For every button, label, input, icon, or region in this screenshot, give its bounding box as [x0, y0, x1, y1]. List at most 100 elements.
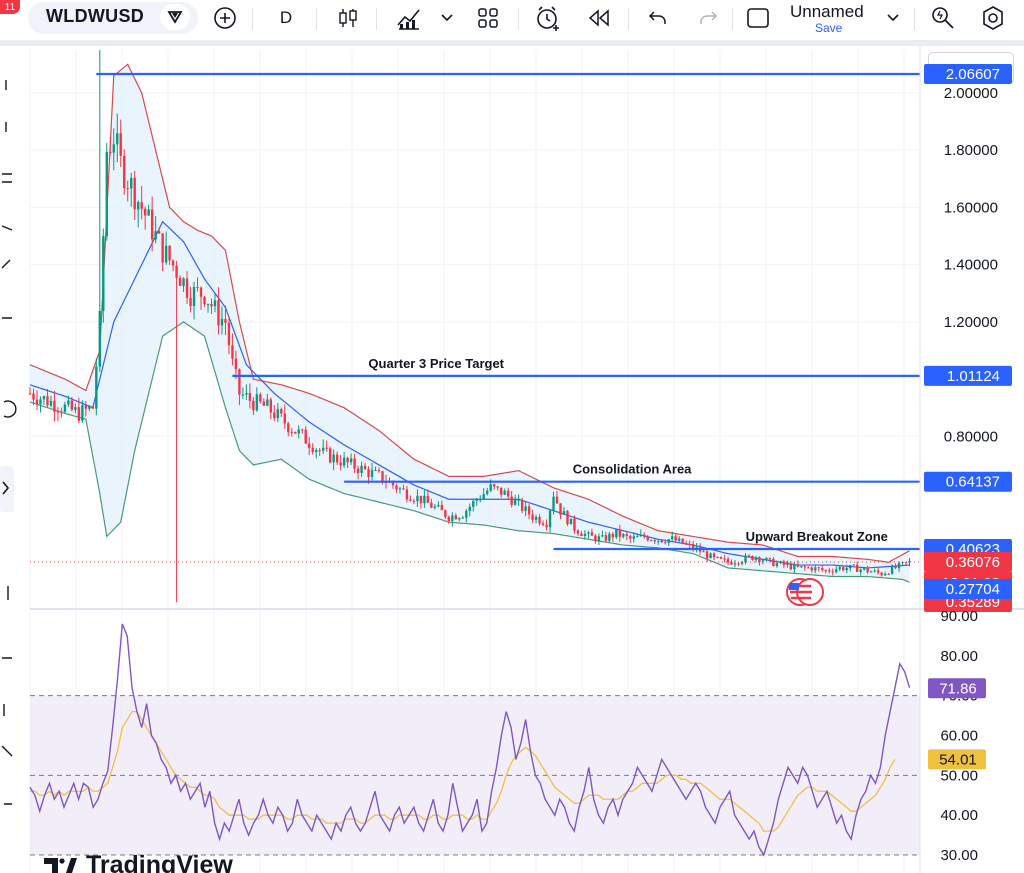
- candle-body[interactable]: [196, 287, 199, 289]
- rsi-value-box[interactable]: [928, 678, 986, 699]
- price-pane[interactable]: Quarter 3 Price Target Consolidation Area…: [28, 50, 1024, 873]
- candle-body[interactable]: [824, 570, 827, 572]
- candle-body[interactable]: [538, 516, 541, 524]
- notification-badge[interactable]: 11: [0, 0, 20, 14]
- price-label[interactable]: 0.27704: [924, 579, 1012, 599]
- candle-body[interactable]: [702, 551, 705, 553]
- candle-body[interactable]: [283, 413, 286, 424]
- candle-body[interactable]: [740, 562, 744, 564]
- candle-body[interactable]: [705, 551, 709, 559]
- candle-body[interactable]: [74, 407, 77, 410]
- quick-search-button[interactable]: [928, 0, 958, 36]
- price-label-box[interactable]: [924, 538, 1012, 559]
- candle-body[interactable]: [241, 394, 245, 396]
- layout-name[interactable]: Unnamed: [790, 2, 864, 22]
- candle-body[interactable]: [782, 561, 786, 566]
- candle-body[interactable]: [486, 490, 489, 495]
- candle-body[interactable]: [321, 447, 325, 451]
- candle-body[interactable]: [513, 499, 517, 505]
- candle-body[interactable]: [643, 534, 646, 537]
- indicators-button[interactable]: [394, 0, 424, 36]
- bollinger-lower-line[interactable]: [29, 321, 910, 583]
- candle-body[interactable]: [454, 515, 458, 520]
- candle-body[interactable]: [866, 568, 869, 573]
- candle-body[interactable]: [35, 399, 39, 405]
- candle-body[interactable]: [887, 573, 890, 575]
- candle-body[interactable]: [95, 366, 98, 409]
- candle-body[interactable]: [49, 400, 53, 406]
- candle-body[interactable]: [835, 569, 838, 573]
- candle-body[interactable]: [206, 303, 210, 305]
- candle-body[interactable]: [220, 319, 224, 326]
- candle-body[interactable]: [451, 515, 454, 522]
- candle-body[interactable]: [342, 457, 346, 466]
- candle-body[interactable]: [335, 454, 339, 463]
- candle-body[interactable]: [653, 540, 656, 542]
- candle-body[interactable]: [227, 322, 231, 346]
- candle-body[interactable]: [402, 488, 405, 490]
- level-annotation[interactable]: Quarter 3 Price Target: [368, 356, 504, 371]
- candle-body[interactable]: [440, 505, 444, 511]
- rsi-ma-value-box[interactable]: [928, 749, 986, 770]
- candle-body[interactable]: [869, 571, 873, 573]
- candle-body[interactable]: [800, 566, 803, 568]
- candle-body[interactable]: [534, 516, 538, 520]
- candle-body[interactable]: [615, 529, 618, 538]
- chart-canvas[interactable]: Quarter 3 Price Target Consolidation Area…: [0, 0, 1024, 873]
- candle-body[interactable]: [664, 542, 667, 544]
- candle-body[interactable]: [304, 429, 307, 444]
- candle-body[interactable]: [541, 523, 545, 525]
- candle-body[interactable]: [848, 564, 852, 569]
- candle-body[interactable]: [552, 496, 555, 511]
- candle-body[interactable]: [828, 570, 831, 572]
- candle-body[interactable]: [562, 511, 566, 515]
- candle-body[interactable]: [482, 494, 485, 500]
- candle-body[interactable]: [831, 571, 834, 573]
- candle-body[interactable]: [796, 564, 800, 567]
- candle-body[interactable]: [56, 411, 60, 413]
- redo-button[interactable]: [694, 0, 722, 36]
- price-label-box[interactable]: [924, 551, 1012, 572]
- candle-body[interactable]: [695, 547, 698, 550]
- candle-body[interactable]: [259, 394, 262, 402]
- interval-button[interactable]: D: [272, 0, 300, 36]
- candle-body[interactable]: [367, 469, 370, 477]
- candle-body[interactable]: [332, 454, 335, 463]
- alert-button[interactable]: [532, 0, 564, 36]
- candle-body[interactable]: [520, 499, 524, 511]
- candle-body[interactable]: [377, 470, 381, 472]
- candle-body[interactable]: [328, 448, 332, 463]
- candle-body[interactable]: [723, 558, 726, 560]
- candle-body[interactable]: [189, 297, 192, 307]
- candle-body[interactable]: [807, 567, 810, 569]
- candle-body[interactable]: [126, 188, 129, 190]
- candle-body[interactable]: [810, 567, 814, 571]
- candle-body[interactable]: [381, 471, 384, 482]
- candle-body[interactable]: [77, 407, 81, 421]
- candle-body[interactable]: [601, 535, 604, 537]
- favorite-button[interactable]: [160, 4, 190, 30]
- candle-body[interactable]: [444, 510, 447, 517]
- layout-menu-button[interactable]: [882, 0, 904, 36]
- candle-body[interactable]: [154, 231, 157, 240]
- candle-body[interactable]: [580, 533, 583, 536]
- candle-body[interactable]: [716, 556, 719, 558]
- candle-body[interactable]: [199, 287, 203, 297]
- candle-body[interactable]: [524, 506, 527, 511]
- candle-body[interactable]: [388, 481, 391, 483]
- candle-body[interactable]: [587, 532, 590, 534]
- candle-body[interactable]: [419, 495, 423, 504]
- price-label-box[interactable]: [924, 471, 1012, 492]
- candle-body[interactable]: [150, 209, 154, 240]
- candle-body[interactable]: [290, 431, 293, 433]
- candle-body[interactable]: [287, 423, 290, 432]
- candle-body[interactable]: [793, 564, 796, 570]
- candle-body[interactable]: [308, 443, 311, 448]
- candle-body[interactable]: [594, 535, 597, 542]
- candle-body[interactable]: [670, 536, 674, 540]
- candle-body[interactable]: [597, 536, 601, 542]
- candle-body[interactable]: [360, 465, 363, 473]
- candle-body[interactable]: [674, 536, 677, 541]
- candle-body[interactable]: [566, 511, 569, 525]
- candle-body[interactable]: [112, 144, 115, 153]
